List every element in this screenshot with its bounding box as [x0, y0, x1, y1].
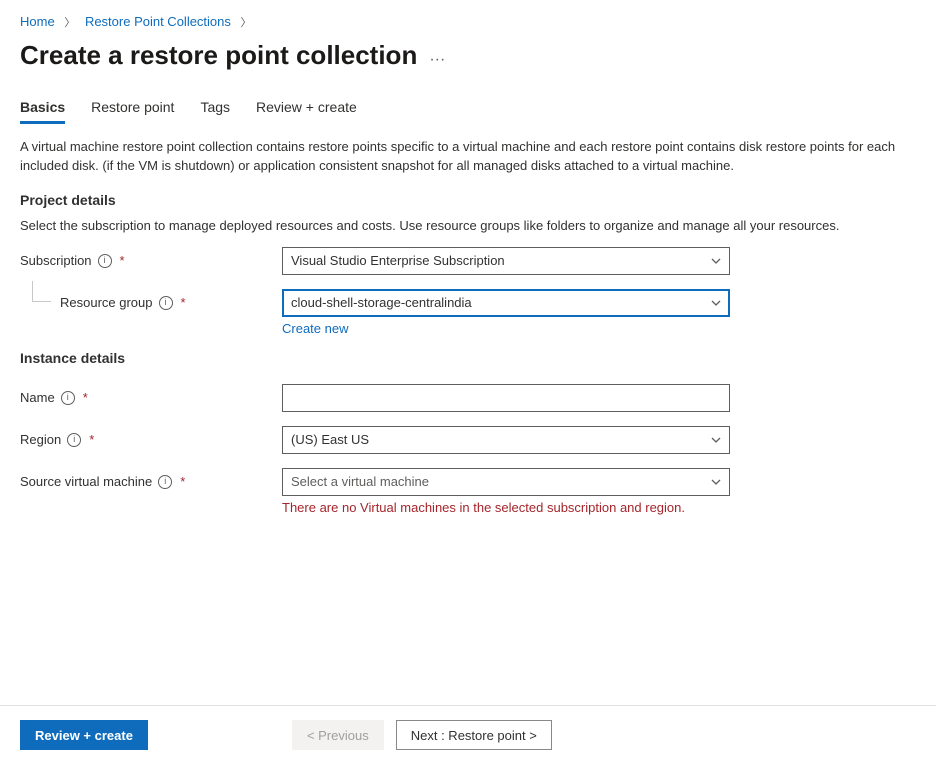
page-title: Create a restore point collection [20, 40, 417, 71]
tab-restore-point[interactable]: Restore point [91, 99, 174, 123]
info-icon[interactable]: i [67, 433, 81, 447]
required-indicator: * [89, 432, 94, 447]
source-vm-placeholder: Select a virtual machine [291, 474, 429, 489]
breadcrumb-restore-point-collections[interactable]: Restore Point Collections [85, 14, 231, 29]
project-details-heading: Project details [20, 192, 916, 208]
region-select[interactable]: (US) East US [282, 426, 730, 454]
create-new-link[interactable]: Create new [282, 321, 348, 336]
name-input[interactable] [282, 384, 730, 412]
info-icon[interactable]: i [158, 475, 172, 489]
footer-bar: Review + create < Previous Next : Restor… [0, 705, 936, 764]
next-button[interactable]: Next : Restore point > [396, 720, 552, 750]
info-icon[interactable]: i [61, 391, 75, 405]
required-indicator: * [181, 295, 186, 310]
chevron-down-icon [711, 258, 721, 264]
name-label: Name i * [20, 384, 282, 412]
tab-review-create[interactable]: Review + create [256, 99, 357, 123]
resource-group-label: Resource group i * [60, 289, 282, 317]
resource-group-value: cloud-shell-storage-centralindia [291, 295, 472, 310]
region-label: Region i * [20, 426, 282, 454]
tab-tags[interactable]: Tags [200, 99, 230, 123]
subscription-value: Visual Studio Enterprise Subscription [291, 253, 505, 268]
region-value: (US) East US [291, 432, 369, 447]
info-icon[interactable]: i [98, 254, 112, 268]
tabs: Basics Restore point Tags Review + creat… [20, 99, 916, 124]
resource-group-select[interactable]: cloud-shell-storage-centralindia [282, 289, 730, 317]
required-indicator: * [83, 390, 88, 405]
instance-details-heading: Instance details [20, 350, 916, 366]
previous-button: < Previous [292, 720, 384, 750]
required-indicator: * [120, 253, 125, 268]
info-icon[interactable]: i [159, 296, 173, 310]
required-indicator: * [180, 474, 185, 489]
subscription-label: Subscription i * [20, 247, 282, 275]
source-vm-label: Source virtual machine i * [20, 468, 282, 496]
breadcrumb: Home 〉 Restore Point Collections 〉 [20, 14, 916, 30]
more-actions-icon[interactable]: ··· [429, 43, 445, 69]
chevron-right-icon: 〉 [235, 17, 258, 29]
review-create-button[interactable]: Review + create [20, 720, 148, 750]
subscription-select[interactable]: Visual Studio Enterprise Subscription [282, 247, 730, 275]
tab-description: A virtual machine restore point collecti… [20, 138, 916, 176]
chevron-down-icon [711, 437, 721, 443]
breadcrumb-home[interactable]: Home [20, 14, 55, 29]
source-vm-select[interactable]: Select a virtual machine [282, 468, 730, 496]
chevron-down-icon [711, 479, 721, 485]
tab-basics[interactable]: Basics [20, 99, 65, 123]
chevron-down-icon [711, 300, 721, 306]
source-vm-error: There are no Virtual machines in the sel… [282, 500, 730, 515]
chevron-right-icon: 〉 [58, 17, 81, 29]
project-details-subtext: Select the subscription to manage deploy… [20, 218, 916, 233]
